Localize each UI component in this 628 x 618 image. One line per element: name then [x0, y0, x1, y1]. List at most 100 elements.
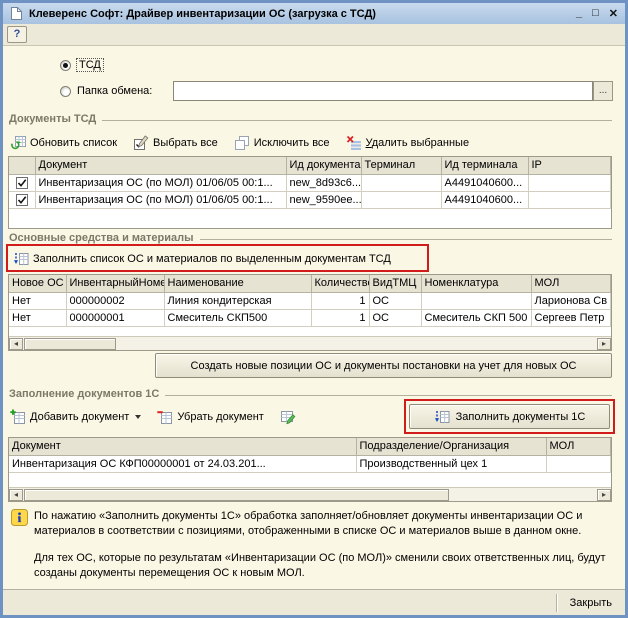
- dropdown-arrow-icon: [135, 415, 141, 419]
- cell-new-os[interactable]: Нет: [9, 309, 66, 326]
- assets-col-qty: Количество: [311, 275, 369, 292]
- remove-document-label: Убрать документ: [177, 411, 264, 423]
- cell-inv-no[interactable]: 000000001: [66, 309, 164, 326]
- minimize-button[interactable]: _: [576, 7, 582, 20]
- assets-scroll-thumb[interactable]: [24, 338, 116, 350]
- cell-terminal[interactable]: [361, 191, 441, 208]
- info-paragraph-2: Для тех ОС, которые по результатам «Инве…: [34, 551, 612, 581]
- remove-document-icon: [157, 409, 173, 425]
- scroll-right-icon[interactable]: ▸: [597, 489, 611, 501]
- cell-doc[interactable]: Инвентаризация ОС (по МОЛ) 01/06/05 00:1…: [35, 174, 286, 191]
- assets-col-nomenclature: Номенклатура: [421, 275, 531, 292]
- scroll-left-icon[interactable]: ◂: [9, 338, 23, 350]
- tsd-section-title: Документы ТСД: [9, 113, 96, 125]
- cell-nomenclature[interactable]: [421, 292, 531, 309]
- cell-inv-no[interactable]: 000000002: [66, 292, 164, 309]
- cell-ip[interactable]: [528, 191, 611, 208]
- row-checkbox[interactable]: [9, 191, 35, 208]
- tsd-col-ip: IP: [528, 157, 611, 174]
- info-icon: [11, 509, 28, 531]
- assets-col-new-os: Новое ОС: [9, 275, 66, 292]
- cell-name[interactable]: Линия кондитерская: [164, 292, 311, 309]
- cell-qty[interactable]: 1: [311, 292, 369, 309]
- cell-terminal-id[interactable]: A4491040600...: [441, 174, 528, 191]
- refresh-list-button[interactable]: Обновить список: [10, 135, 117, 151]
- radio-folder-label[interactable]: Папка обмена:: [77, 85, 152, 97]
- bottom-bar: Закрыть: [3, 589, 625, 615]
- docs1c-col-mol: МОЛ: [546, 438, 611, 455]
- docs1c-section-header: Заполнение документов 1С: [9, 388, 612, 400]
- cell-kind[interactable]: ОС: [369, 292, 421, 309]
- radio-tsd-circle[interactable]: [60, 60, 71, 71]
- radio-tsd[interactable]: ТСД: [60, 59, 103, 71]
- table-row: Инвентаризация ОС КФП00000001 от 24.03.2…: [9, 455, 611, 472]
- add-document-label: Добавить документ: [30, 411, 129, 423]
- cell-mol[interactable]: Ларионова Св: [531, 292, 611, 309]
- assets-col-kind: ВидТМЦ: [369, 275, 421, 292]
- select-all-button[interactable]: Выбрать все: [133, 135, 218, 151]
- create-new-assets-button[interactable]: Создать новые позиции ОС и документы пос…: [155, 353, 612, 378]
- table-row: Нет 000000001 Смеситель СКП500 1 ОС Смес…: [9, 309, 611, 326]
- cell-terminal[interactable]: [361, 174, 441, 191]
- cell-ip[interactable]: [528, 174, 611, 191]
- table-settings-button[interactable]: [280, 409, 296, 425]
- browse-button[interactable]: ...: [593, 81, 613, 101]
- window-doc-icon: [10, 6, 23, 21]
- remove-document-button[interactable]: Убрать документ: [157, 409, 264, 425]
- radio-tsd-label[interactable]: ТСД: [77, 59, 103, 71]
- cell-doc-id[interactable]: new_8d93c6...: [286, 174, 361, 191]
- delete-selected-button[interactable]: Удалить выбранные: [346, 135, 470, 151]
- info-paragraph-1: По нажатию «Заполнить документы 1С» обра…: [34, 509, 612, 539]
- close-dialog-button[interactable]: Закрыть: [557, 597, 625, 609]
- cell-department[interactable]: Производственный цех 1: [356, 455, 546, 472]
- tsd-col-checkbox: [9, 157, 35, 174]
- add-document-button[interactable]: Добавить документ: [10, 409, 141, 425]
- close-button[interactable]: ✕: [609, 7, 618, 20]
- refresh-icon: [10, 135, 26, 151]
- assets-hscrollbar[interactable]: ◂ ▸: [9, 336, 611, 350]
- docs1c-col-department: Подразделение/Организация: [356, 438, 546, 455]
- docs1c-section-rule: [165, 395, 612, 396]
- table-row: Инвентаризация ОС (по МОЛ) 01/06/05 00:1…: [9, 174, 611, 191]
- cell-qty[interactable]: 1: [311, 309, 369, 326]
- cell-nomenclature[interactable]: Смеситель СКП 500: [421, 309, 531, 326]
- fill-down-arrow-icon: [13, 251, 29, 267]
- help-button[interactable]: ?: [7, 26, 27, 43]
- cell-doc[interactable]: Инвентаризация ОС КФП00000001 от 24.03.2…: [9, 455, 356, 472]
- assets-col-mol: МОЛ: [531, 275, 611, 292]
- docs1c-col-doc: Документ: [9, 438, 356, 455]
- assets-section-header: Основные средства и материалы: [9, 232, 612, 244]
- table-row: Нет 000000002 Линия кондитерская 1 ОС Ла…: [9, 292, 611, 309]
- tsd-section-header: Документы ТСД: [9, 113, 612, 125]
- cell-doc[interactable]: Инвентаризация ОС (по МОЛ) 01/06/05 00:1…: [35, 191, 286, 208]
- tsd-col-terminal: Терминал: [361, 157, 441, 174]
- assets-table: Новое ОС ИнвентарныйНомер Наименование К…: [8, 274, 612, 351]
- docs1c-hscrollbar[interactable]: ◂ ▸: [9, 487, 611, 501]
- cell-doc-id[interactable]: new_9590ee...: [286, 191, 361, 208]
- scroll-right-icon[interactable]: ▸: [597, 338, 611, 350]
- folder-path-input[interactable]: [173, 81, 593, 101]
- tsd-section-rule: [102, 120, 612, 121]
- docs1c-section-title: Заполнение документов 1С: [9, 388, 159, 400]
- refresh-list-label: Обновить список: [30, 137, 117, 149]
- docs1c-scroll-thumb[interactable]: [24, 489, 449, 501]
- maximize-button[interactable]: □: [592, 7, 599, 20]
- radio-folder[interactable]: Папка обмена:: [60, 85, 152, 97]
- fill-1c-documents-button[interactable]: Заполнить документы 1С: [409, 404, 610, 429]
- delete-selected-icon: [346, 135, 362, 151]
- table-pencil-icon: [280, 409, 296, 425]
- cell-new-os[interactable]: Нет: [9, 292, 66, 309]
- cell-mol[interactable]: Сергеев Петр: [531, 309, 611, 326]
- radio-folder-circle[interactable]: [60, 86, 71, 97]
- scroll-left-icon[interactable]: ◂: [9, 489, 23, 501]
- dialog-window: Клеверенс Софт: Драйвер инвентаризации О…: [0, 0, 628, 618]
- select-all-label: Выбрать все: [153, 137, 218, 149]
- cell-name[interactable]: Смеситель СКП500: [164, 309, 311, 326]
- cell-terminal-id[interactable]: A4491040600...: [441, 191, 528, 208]
- cell-kind[interactable]: ОС: [369, 309, 421, 326]
- row-checkbox[interactable]: [9, 174, 35, 191]
- cell-mol[interactable]: [546, 455, 611, 472]
- exclude-all-button[interactable]: Исключить все: [234, 135, 330, 151]
- fill-assets-button[interactable]: Заполнить список ОС и материалов по выде…: [13, 251, 391, 267]
- tsd-col-terminal-id: Ид терминала: [441, 157, 528, 174]
